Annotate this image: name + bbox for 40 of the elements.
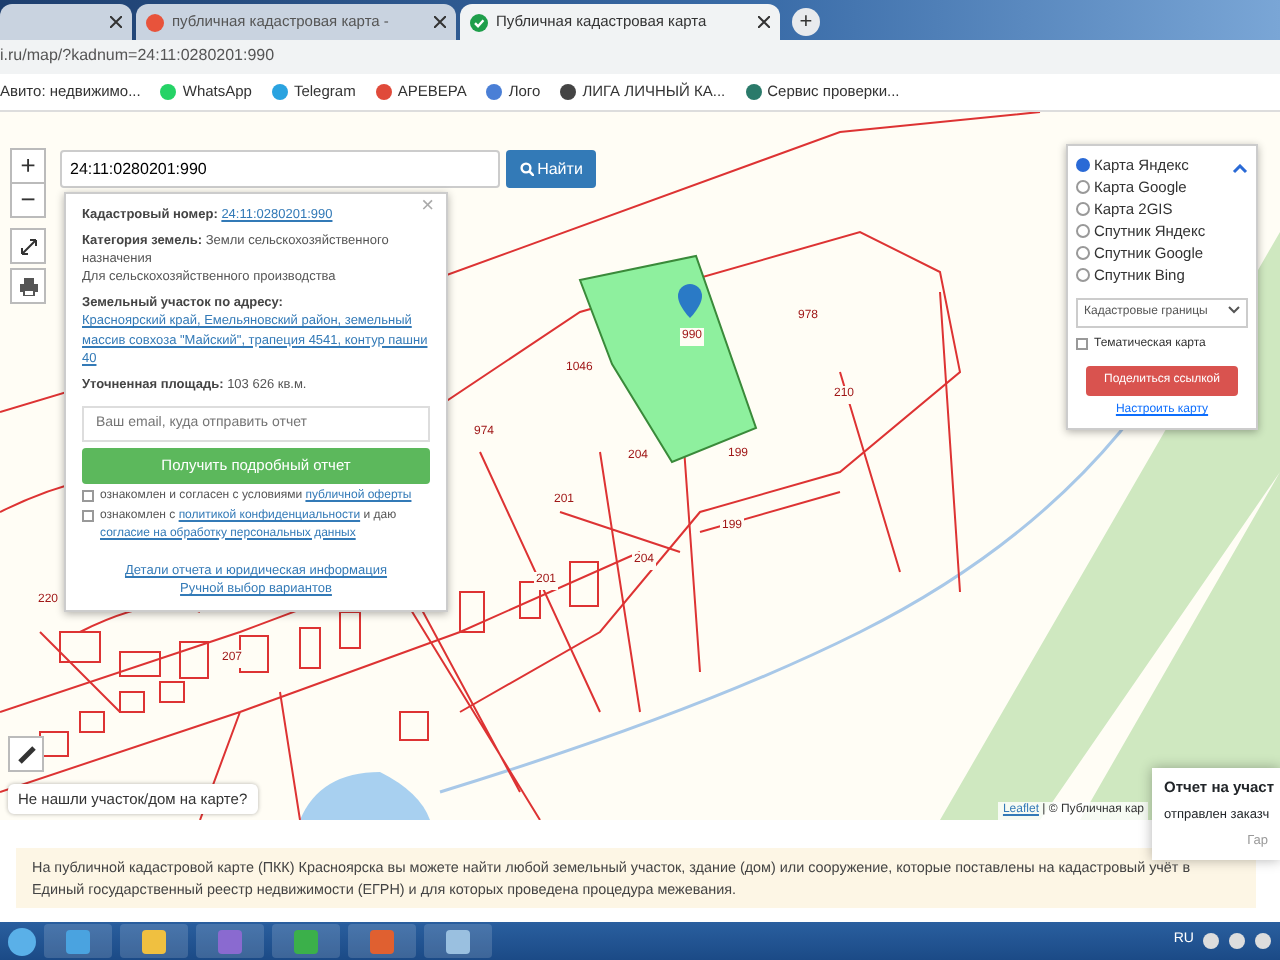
radio-button[interactable] [1076, 246, 1090, 260]
bookmark-icon [160, 84, 177, 100]
radio-button[interactable] [1076, 224, 1090, 238]
new-tab-button[interactable]: + [792, 8, 820, 36]
checkbox[interactable] [82, 489, 94, 502]
bookmark-icon [375, 84, 392, 100]
taskbar-app-icon[interactable] [44, 924, 112, 958]
search-field[interactable]: 24:11:0280201:990 [60, 150, 500, 188]
bookmark-icon [560, 84, 577, 100]
find-button[interactable]: Найти [506, 150, 596, 188]
close-icon[interactable] [110, 16, 122, 28]
water-area [300, 772, 430, 820]
printer-icon [19, 277, 37, 295]
address-field[interactable]: i.ru/map/?kadnum=24:11:0280201:990 [0, 46, 275, 64]
radio-button[interactable] [1076, 158, 1090, 172]
expand-icon [19, 237, 37, 255]
radio-button[interactable] [1076, 268, 1090, 282]
checkbox[interactable] [1076, 338, 1088, 350]
fullscreen-button[interactable] [10, 228, 46, 264]
search-icon [519, 162, 534, 176]
checkbox[interactable] [82, 510, 94, 523]
print-button[interactable] [10, 268, 46, 304]
site-icon [470, 13, 488, 31]
taskbar-app-icon[interactable] [424, 924, 492, 958]
start-button[interactable] [8, 927, 36, 955]
bookmark-icon [271, 84, 288, 100]
bookmark-icon [486, 84, 503, 100]
bookmark-icon [745, 84, 762, 100]
browser-tab[interactable] [0, 4, 132, 40]
site-icon [146, 13, 164, 31]
taskbar-app-icon[interactable] [272, 924, 340, 958]
close-icon[interactable] [758, 16, 770, 28]
ruler-button[interactable] [8, 736, 44, 772]
zoom-out-button[interactable]: − [10, 182, 46, 218]
radio-button[interactable] [1076, 180, 1090, 194]
close-icon[interactable] [434, 16, 446, 28]
taskbar-app-icon[interactable] [120, 924, 188, 958]
radio-button[interactable] [1076, 202, 1090, 216]
zoom-in-button[interactable]: + [10, 148, 46, 184]
map-pin-icon[interactable] [678, 284, 702, 318]
